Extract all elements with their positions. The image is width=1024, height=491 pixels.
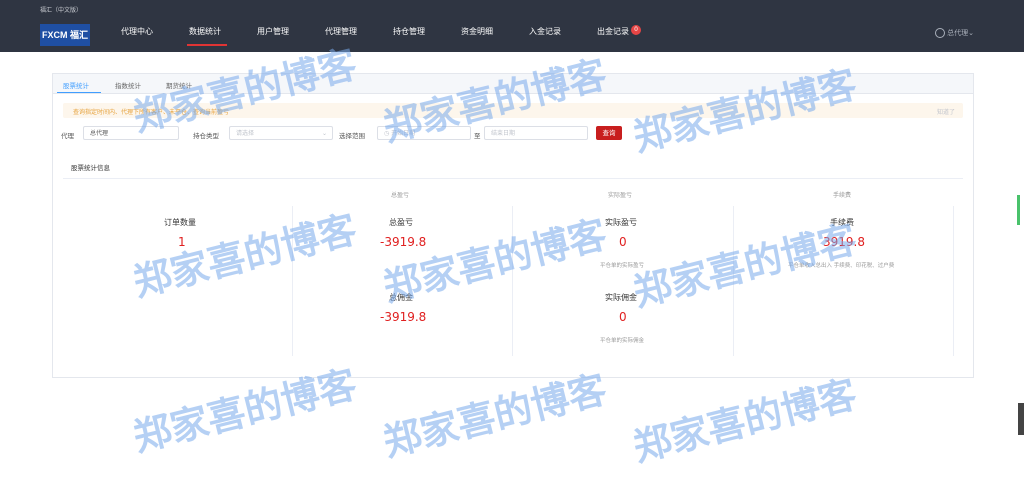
divider — [63, 178, 963, 179]
col-header-fee: 手续费 — [833, 192, 852, 199]
nav-agent-management[interactable]: 代理管理 — [325, 26, 357, 37]
tab-futures-stats[interactable]: 期货统计 — [166, 80, 192, 90]
total-commission-label: 总佣金 — [389, 293, 413, 302]
agent-input[interactable]: 总代理 — [83, 126, 179, 140]
end-date-input[interactable]: 结束日期 — [484, 126, 588, 140]
actual-pnl-value: 0 — [619, 235, 627, 249]
user-name: 总代理 — [947, 29, 969, 37]
fee-note: 平仓单收入总出入 手续费、印花税、过户费 — [788, 263, 895, 269]
active-nav-indicator — [187, 44, 227, 46]
app-name: 福汇（中文版） — [40, 7, 83, 14]
top-navbar: 福汇（中文版） FXCM 福汇 代理中心 数据统计 用户管理 代理管理 持仓管理… — [0, 0, 1024, 52]
actual-commission-label: 实际佣金 — [605, 293, 637, 302]
watermark: 郑家喜的博客 — [628, 371, 861, 470]
actual-pnl-label: 实际盈亏 — [605, 218, 637, 227]
info-alert: 查询指定时间内、代理下所有客户、未平仓、查询当前盈亏 知道了 — [63, 103, 963, 118]
nav-position-management[interactable]: 持仓管理 — [393, 26, 425, 37]
actual-commission-note: 平仓单的实际佣金 — [600, 338, 645, 344]
nav-agent-center[interactable]: 代理中心 — [121, 26, 153, 37]
actual-commission-value: 0 — [619, 310, 627, 324]
nav-deposit-records[interactable]: 入金记录 — [529, 26, 561, 37]
side-handle[interactable] — [1018, 403, 1024, 435]
user-menu[interactable]: 总代理⌄ — [935, 28, 974, 38]
column-divider — [953, 206, 954, 356]
position-type-select[interactable]: 请选择 ⌄ — [229, 126, 333, 140]
position-type-label: 持仓类型 — [193, 132, 219, 140]
range-label: 选择范围 — [339, 132, 365, 140]
nav-data-stats[interactable]: 数据统计 — [189, 26, 221, 37]
tab-stock-stats[interactable]: 股票统计 — [63, 80, 89, 90]
chevron-down-icon: ⌄ — [968, 29, 974, 37]
start-date-input[interactable]: ◷ 开始日期 — [377, 126, 471, 140]
total-pnl-label: 总盈亏 — [389, 218, 413, 227]
tab-bar: 股票统计 指数统计 期货统计 — [53, 74, 973, 94]
chevron-down-icon: ⌄ — [321, 130, 327, 137]
order-count-label: 订单数量 — [164, 218, 196, 227]
total-pnl-value: -3919.8 — [380, 235, 427, 249]
column-divider — [733, 206, 734, 356]
logo[interactable]: FXCM 福汇 — [40, 24, 90, 46]
end-date-placeholder: 结束日期 — [491, 130, 516, 137]
alert-close-button[interactable]: 知道了 — [937, 107, 955, 116]
scroll-indicator — [1017, 195, 1020, 225]
total-commission-value: -3919.8 — [380, 310, 427, 324]
to-label: 至 — [474, 132, 481, 140]
withdraw-badge: 0 — [631, 25, 641, 35]
start-date-placeholder: 开始日期 — [391, 130, 416, 137]
query-button[interactable]: 查询 — [596, 126, 622, 140]
position-type-placeholder: 请选择 — [236, 130, 255, 137]
fee-label: 手续费 — [830, 218, 854, 227]
nav-fund-details[interactable]: 资金明细 — [461, 26, 493, 37]
col-header-total-pnl: 总盈亏 — [391, 192, 410, 199]
stats-card: 股票统计 指数统计 期货统计 查询指定时间内、代理下所有客户、未平仓、查询当前盈… — [52, 73, 974, 378]
section-title: 股票统计信息 — [71, 164, 110, 172]
order-count-value: 1 — [178, 235, 186, 249]
tab-index-stats[interactable]: 指数统计 — [115, 80, 141, 90]
nav-withdraw-records[interactable]: 出金记录 — [597, 26, 629, 37]
agent-label: 代理 — [61, 132, 74, 140]
actual-pnl-note: 平仓单的实际盈亏 — [600, 263, 645, 269]
tab-active-indicator — [57, 92, 101, 93]
alert-text: 查询指定时间内、代理下所有客户、未平仓、查询当前盈亏 — [73, 109, 230, 116]
column-divider — [512, 206, 513, 356]
fee-value: 3919.8 — [823, 235, 865, 249]
column-divider — [292, 206, 293, 356]
nav-user-management[interactable]: 用户管理 — [257, 26, 289, 37]
user-icon — [935, 28, 946, 38]
col-header-actual-pnl: 实际盈亏 — [608, 192, 633, 199]
